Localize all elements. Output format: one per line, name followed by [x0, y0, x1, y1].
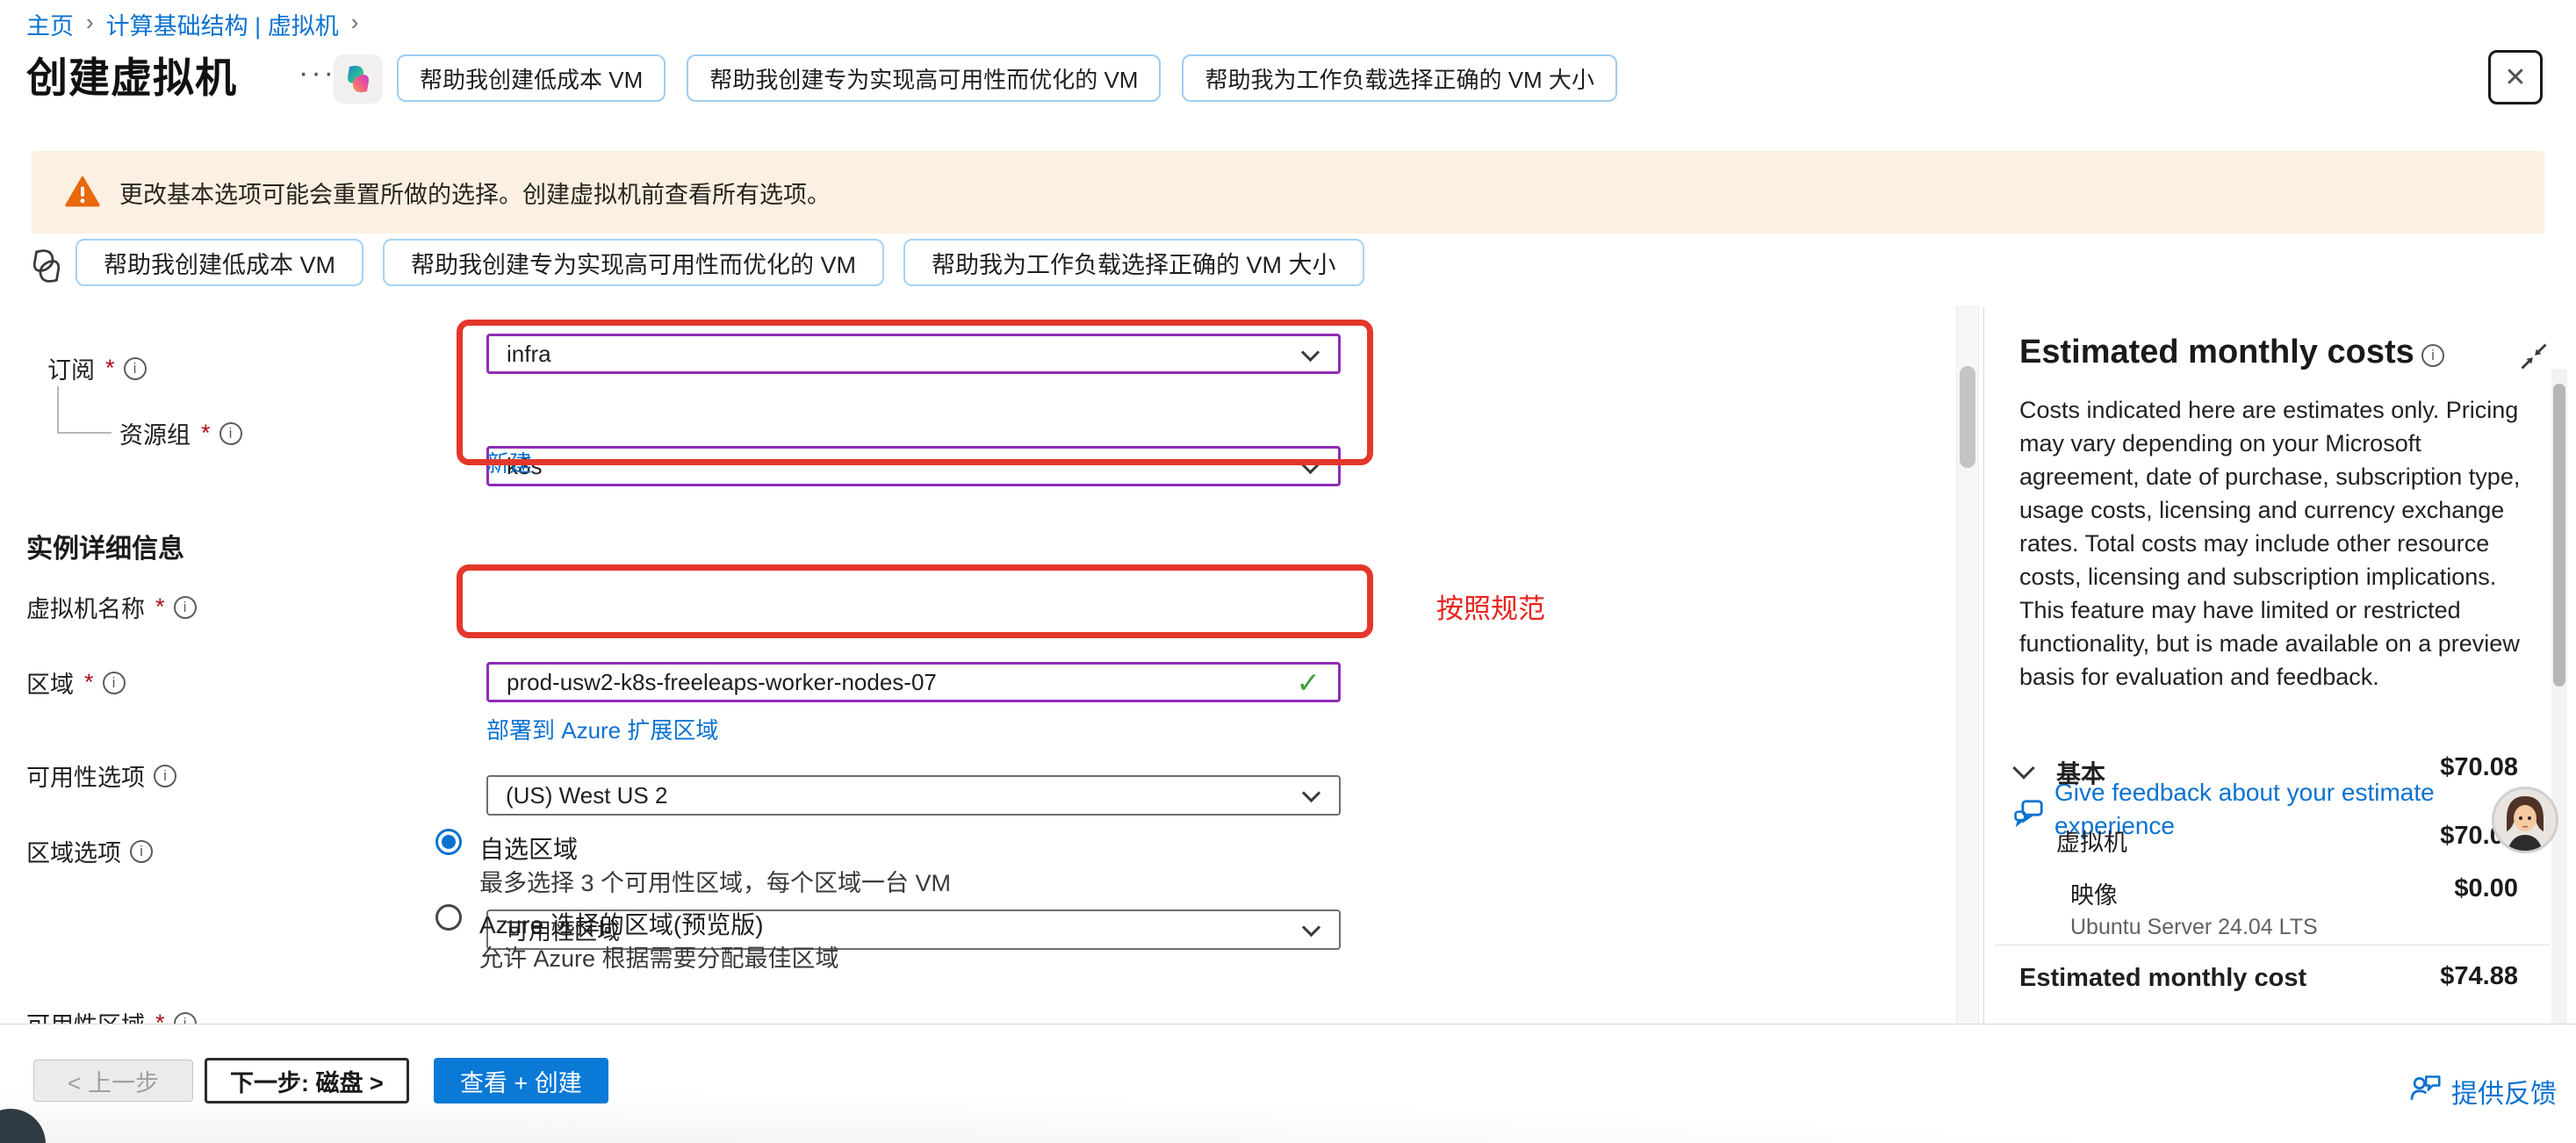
- azure-selected-zones-option[interactable]: Azure 选择的区域(预览版): [479, 906, 764, 941]
- panel-scrollbar-thumb[interactable]: [2553, 384, 2565, 687]
- chevron-down-icon[interactable]: [2012, 757, 2034, 779]
- total-cost-amount: $74.88: [2283, 962, 2518, 991]
- warning-banner: 更改基本选项可能会重置所做的选择。创建虚拟机前查看所有选项。: [32, 151, 2544, 234]
- copilot-suggestion-high-availability[interactable]: 帮助我创建专为实现高可用性而优化的 VM: [383, 239, 884, 286]
- required-asterisk: *: [105, 355, 115, 382]
- cost-item-amount: $0.00: [2283, 874, 2518, 903]
- feedback-person-icon: [2407, 1070, 2443, 1110]
- extended-zones-link[interactable]: 部署到 Azure 扩展区域: [486, 713, 718, 745]
- header-suggestion-right-size[interactable]: 帮助我为工作负载选择正确的 VM 大小: [1182, 54, 1616, 102]
- avatar-image: [2494, 789, 2556, 851]
- resource-group-label-text: 资源组: [119, 416, 191, 450]
- chevron-down-icon: [1302, 784, 1320, 802]
- previous-button[interactable]: < 上一步: [33, 1060, 193, 1102]
- azure-selected-zones-radio[interactable]: [435, 904, 462, 931]
- cost-group-amount: $70.08: [2283, 753, 2518, 782]
- copilot-suggestion-right-size[interactable]: 帮助我为工作负载选择正确的 VM 大小: [903, 239, 1364, 286]
- warning-text: 更改基本选项可能会重置所做的选择。创建虚拟机前查看所有选项。: [119, 176, 831, 210]
- zone-options-label-text: 区域选项: [26, 834, 121, 868]
- self-selected-zones-option[interactable]: 自选区域: [479, 830, 578, 866]
- collapse-panel-button[interactable]: [2518, 341, 2550, 377]
- required-asterisk: *: [84, 669, 94, 696]
- breadcrumb: 主页 › 计算基础结构 | 虚拟机 ›: [26, 7, 358, 41]
- assistant-avatar[interactable]: [2492, 787, 2558, 853]
- chevron-right-icon: ›: [86, 9, 94, 36]
- copilot-outline-icon: [26, 246, 67, 286]
- field-connector-line: [57, 432, 112, 434]
- vm-name-label-text: 虚拟机名称: [26, 590, 145, 624]
- zone-options-label: 区域选项: [26, 834, 153, 868]
- vm-name-input[interactable]: prod-usw2-k8s-freeleaps-worker-nodes-07: [486, 662, 1341, 702]
- self-selected-zones-radio[interactable]: [435, 829, 462, 855]
- create-vm-page: 主页 › 计算基础结构 | 虚拟机 › 创建虚拟机 ··· 帮助我创建低成本 V…: [0, 0, 2576, 1143]
- info-icon[interactable]: [219, 422, 242, 445]
- info-icon[interactable]: [154, 765, 176, 787]
- vm-name-label: 虚拟机名称 *: [26, 590, 197, 624]
- region-label: 区域 *: [26, 665, 126, 700]
- page-title: 创建虚拟机: [26, 44, 237, 104]
- cost-item-note: Ubuntu Server 24.04 LTS: [2070, 915, 2318, 940]
- warning-icon: [65, 176, 100, 208]
- header-suggestion-high-availability[interactable]: 帮助我创建专为实现高可用性而优化的 VM: [687, 54, 1161, 102]
- footer-bar: < 上一步 下一步: 磁盘 > 查看 + 创建 提供反馈: [0, 1024, 2576, 1143]
- header-suggestions: 帮助我创建低成本 VM 帮助我创建专为实现高可用性而优化的 VM 帮助我为工作负…: [397, 54, 1617, 102]
- valid-check-icon: [1296, 665, 1320, 700]
- corner-decoration: [0, 1109, 46, 1143]
- info-icon[interactable]: [103, 672, 126, 694]
- header-suggestion-low-cost[interactable]: 帮助我创建低成本 VM: [397, 54, 666, 102]
- breadcrumb-compute-vm[interactable]: 计算基础结构 | 虚拟机: [106, 7, 339, 41]
- review-create-button[interactable]: 查看 + 创建: [434, 1058, 608, 1103]
- cost-panel-description: Costs indicated here are estimates only.…: [2019, 393, 2534, 694]
- field-connector-line: [57, 386, 59, 434]
- vm-name-annotation: 按照规范: [1436, 586, 1545, 626]
- vm-name-value: prod-usw2-k8s-freeleaps-worker-nodes-07: [507, 669, 937, 696]
- cost-panel-title: Estimated monthly costs: [2019, 334, 2414, 371]
- cost-group-name[interactable]: 基本: [2056, 755, 2105, 790]
- chevron-down-icon: [1301, 343, 1320, 362]
- chevron-down-icon: [1301, 456, 1320, 474]
- collapse-icon: [2518, 341, 2550, 372]
- info-icon[interactable]: [174, 596, 197, 619]
- info-icon[interactable]: [2421, 344, 2444, 367]
- cost-item-name: 虚拟机: [2056, 823, 2127, 858]
- copilot-icon: [341, 61, 376, 97]
- azure-selected-zones-description: 允许 Azure 根据需要分配最佳区域: [479, 939, 839, 974]
- region-label-text: 区域: [26, 665, 74, 700]
- next-disks-button[interactable]: 下一步: 磁盘 >: [205, 1058, 409, 1103]
- subscription-label: 订阅 *: [47, 351, 147, 385]
- availability-options-label: 可用性选项: [26, 758, 176, 793]
- give-feedback-link[interactable]: 提供反馈: [2451, 1072, 2557, 1111]
- availability-options-label-text: 可用性选项: [26, 758, 145, 793]
- chevron-right-icon: ›: [351, 9, 359, 36]
- required-asterisk: *: [201, 420, 211, 447]
- info-icon[interactable]: [130, 840, 153, 863]
- required-asterisk: *: [155, 593, 165, 621]
- cost-item-name: 映像: [2070, 876, 2118, 910]
- copilot-suggestions: 帮助我创建低成本 VM 帮助我创建专为实现高可用性而优化的 VM 帮助我为工作负…: [76, 239, 1364, 286]
- more-options-button[interactable]: ···: [299, 56, 336, 90]
- resource-group-label: 资源组 *: [119, 416, 242, 450]
- resource-group-select[interactable]: k8s: [486, 446, 1341, 486]
- info-icon[interactable]: [124, 357, 147, 380]
- breadcrumb-home[interactable]: 主页: [26, 7, 74, 41]
- create-new-resource-group-link[interactable]: 新建: [486, 446, 532, 478]
- self-selected-zones-description: 最多选择 3 个可用性区域，每个区域一台 VM: [479, 864, 951, 898]
- copilot-button[interactable]: [334, 54, 383, 104]
- feedback-bubbles-icon: [2012, 797, 2046, 835]
- region-value: (US) West US 2: [506, 782, 667, 809]
- copilot-suggestion-low-cost[interactable]: 帮助我创建低成本 VM: [76, 239, 363, 286]
- main-scrollbar-thumb[interactable]: [1960, 366, 1975, 468]
- total-cost-label: Estimated monthly cost: [2019, 964, 2306, 993]
- panel-divider: [1983, 307, 1984, 1024]
- cost-item-amount: $70.08: [2283, 822, 2518, 851]
- subscription-select[interactable]: infra: [486, 334, 1341, 374]
- close-button[interactable]: [2488, 50, 2543, 104]
- instance-details-heading: 实例详细信息: [26, 527, 184, 565]
- subscription-label-text: 订阅: [47, 351, 95, 385]
- subscription-value: infra: [507, 341, 551, 368]
- region-select[interactable]: (US) West US 2: [486, 775, 1341, 816]
- chevron-down-icon: [1302, 918, 1320, 937]
- annotation-box-vm-name: [457, 564, 1373, 638]
